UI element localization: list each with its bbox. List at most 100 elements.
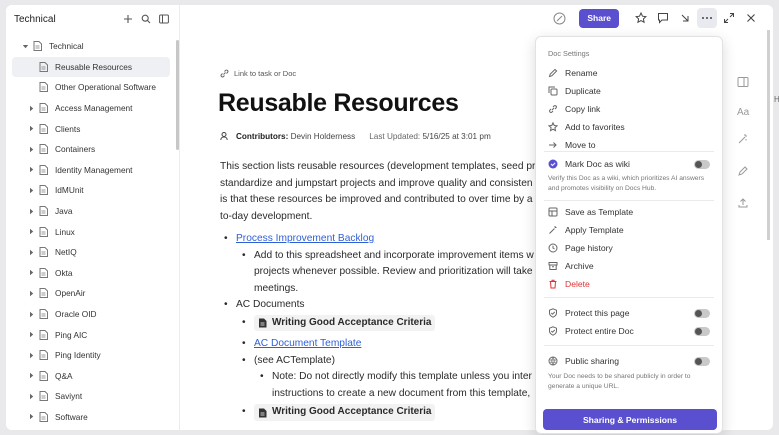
sidebar-item[interactable]: Oracle OID [6,304,176,325]
ai-icon[interactable] [549,8,569,28]
public-sharing-note: Your Doc needs to be shared publicly in … [548,373,691,390]
list-text: instructions to create a new document fr… [272,387,531,399]
sidebar: Technical Technical Reusable Resources Oth… [6,5,180,430]
chevron-right-icon[interactable] [26,165,36,175]
sidebar-item[interactable]: Reusable Resources [12,56,170,78]
list-item: Note: Do not directly modify this templa… [256,369,550,402]
plus-icon[interactable] [121,12,135,26]
menu-item-public-sharing[interactable]: Public sharing [548,353,710,369]
sidebar-item[interactable]: OpenAir [6,283,176,304]
menu-item-label: Copy link [565,104,601,114]
chevron-right-icon[interactable] [26,268,36,278]
chevron-right-icon[interactable] [26,62,36,72]
chevron-right-icon[interactable] [26,82,36,92]
menu-item-copy-link[interactable]: Copy link [548,101,710,117]
menu-item-duplicate[interactable]: Duplicate [548,83,710,99]
close-icon[interactable] [741,8,761,28]
star-icon[interactable] [631,8,651,28]
document-icon [39,329,49,340]
right-toolbar: Aa [737,75,753,228]
text-format-icon[interactable]: Aa [737,107,753,118]
panel-icon[interactable] [737,75,753,93]
chevron-right-icon[interactable] [26,124,36,134]
chevron-right-icon[interactable] [26,206,36,216]
sidebar-item[interactable]: Technical [6,36,176,57]
export-icon[interactable] [737,196,753,214]
menu-item-delete[interactable]: Delete [548,276,710,292]
sidebar-item[interactable]: NetIQ [6,242,176,263]
doc-tree: Technical Reusable Resources Other Operati… [6,36,176,427]
sidebar-scrollbar[interactable] [176,40,179,150]
edit-icon[interactable] [737,164,753,182]
sidebar-item[interactable]: Identity Management [6,160,176,181]
chip-label: Writing Good Acceptance Criteria [272,406,432,418]
menu-item-mark-wiki[interactable]: Mark Doc as wiki [548,156,710,172]
move-icon [548,140,558,150]
chevron-right-icon[interactable] [26,391,36,401]
menu-item-save-as-template[interactable]: Save as Template [548,204,710,220]
sidebar-item[interactable]: Clients [6,118,176,139]
chevron-down-icon[interactable] [20,41,30,51]
chevron-right-icon[interactable] [26,309,36,319]
chevron-right-icon[interactable] [26,144,36,154]
chevron-right-icon[interactable] [26,227,36,237]
sidebar-item[interactable]: Ping Identity [6,345,176,366]
ai-wand-icon[interactable] [737,132,753,150]
chevron-right-icon[interactable] [26,350,36,360]
app: Technical Technical Reusable Resources Oth… [0,0,779,435]
wiki-toggle[interactable] [694,159,710,169]
menu-item-add-to-favorites[interactable]: Add to favorites [548,119,710,135]
sidebar-item[interactable]: Java [6,201,176,222]
sidebar-item[interactable]: Software [6,407,176,428]
protect-page-toggle[interactable] [694,308,710,318]
chevron-right-icon[interactable] [26,247,36,257]
sidebar-item[interactable]: IdMUnit [6,180,176,201]
chevron-right-icon[interactable] [26,330,36,340]
sidebar-item[interactable]: Containers [6,139,176,160]
public-sharing-toggle[interactable] [694,356,710,366]
sidebar-item[interactable]: Q&A [6,366,176,387]
sidebar-item[interactable]: Linux [6,221,176,242]
download-icon[interactable] [675,8,695,28]
menu-item-page-history[interactable]: Page history [548,240,710,256]
sidebar-toggle-icon[interactable] [157,12,171,26]
document-icon [39,247,49,258]
comment-icon[interactable] [653,8,673,28]
trash-icon [548,279,558,289]
star-icon [548,122,558,132]
expand-icon[interactable] [719,8,739,28]
more-options-icon[interactable] [697,8,717,28]
ac-template-link[interactable]: AC Document Template [254,338,361,349]
sharing-permissions-button[interactable]: Sharing & Permissions [543,409,717,430]
doc-mention-chip[interactable]: Writing Good Acceptance Criteria [254,314,436,331]
sidebar-item[interactable]: Other Operational Software [6,77,176,98]
search-icon[interactable] [139,12,153,26]
sidebar-item[interactable]: Ping AIC [6,324,176,345]
document-icon [39,411,49,422]
protect-doc-toggle[interactable] [694,326,710,336]
document-icon [258,408,268,418]
chevron-right-icon[interactable] [26,288,36,298]
page-scrollbar[interactable] [767,30,770,240]
doc-mention-chip[interactable]: Writing Good Acceptance Criteria [254,404,436,421]
link-to-task[interactable]: Link to task or Doc [220,69,296,78]
menu-item-apply-template[interactable]: Apply Template [548,222,710,238]
intro-line: This section lists reusable resources (d… [220,161,542,172]
sidebar-item[interactable]: Access Management [6,98,176,119]
backlog-link[interactable]: Process Improvement Backlog [236,233,374,244]
share-button[interactable]: Share [579,8,619,28]
globe-icon [548,356,558,366]
chevron-right-icon[interactable] [26,371,36,381]
sidebar-item[interactable]: Saviynt [6,386,176,407]
menu-item-protect-page[interactable]: Protect this page [548,305,710,321]
sidebar-item[interactable]: Okta [6,263,176,284]
intro-paragraph: This section lists reusable resources (d… [220,159,550,225]
chevron-right-icon[interactable] [26,103,36,113]
updated-label: Last Updated: [369,131,421,141]
menu-item-rename[interactable]: Rename [548,65,710,81]
chevron-right-icon[interactable] [26,412,36,422]
document-icon [39,226,49,237]
chevron-right-icon[interactable] [26,185,36,195]
menu-item-archive[interactable]: Archive [548,258,710,274]
menu-item-protect-doc[interactable]: Protect entire Doc [548,323,710,339]
